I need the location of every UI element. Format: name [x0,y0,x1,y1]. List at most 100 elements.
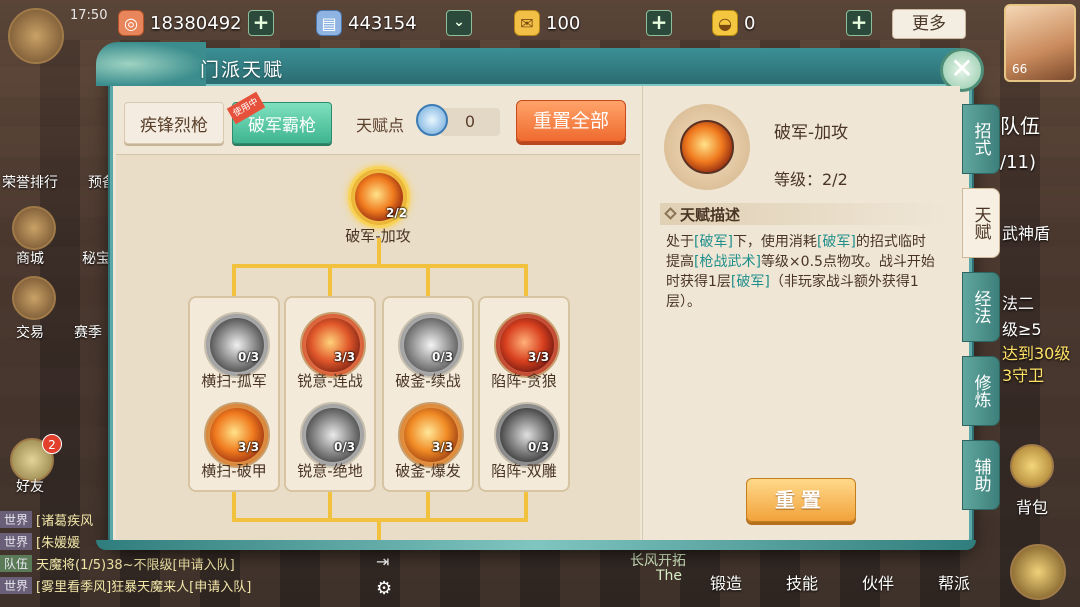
talent-node-count: 0/3 [528,440,550,454]
bg-law-text: 法二 [1002,294,1035,313]
talent-node-xianzhen-tanlang[interactable] [494,312,560,378]
talent-node-pofu-baofa[interactable] [398,402,464,468]
subtab-jifeng[interactable]: 疾锋烈枪 [124,102,224,144]
bg-count-text: /11) [1000,152,1036,173]
shop-icon[interactable] [12,206,56,250]
reset-button[interactable]: 重置 [746,478,856,522]
talent-subtabs: 疾锋烈枪 使用中 破军霸枪 [124,91,332,144]
chat-message[interactable]: [诸葛疾风 [36,510,93,529]
resource-copper: ◎ 18380492 [118,8,242,38]
tab-talent[interactable]: 天赋 [962,188,1000,258]
copper-value: 18380492 [150,12,242,34]
tree-connector [524,490,528,520]
talent-node-count: 3/3 [432,440,454,454]
copper-coin-icon: ◎ [118,10,144,36]
talent-node-label: 陷阵-双雕 [491,462,557,480]
tree-connector [328,490,332,520]
backpack-icon[interactable] [1010,444,1054,488]
selected-talent-level: 等级：2/2 [774,170,848,189]
tab-scripture[interactable]: 经法 [962,272,1000,342]
backpack-label[interactable]: 背包 [1016,494,1048,518]
nav-skills[interactable]: 技能 [786,570,818,606]
tree-connector [232,490,236,520]
chat-channel-tag: 世界 [0,532,33,550]
talent-points-value: 0 [440,108,500,136]
subtab-label: 破军霸枪 [248,115,316,136]
talent-node-hengsao-pojia[interactable] [204,402,270,468]
desc-keyword: [破军] [730,274,770,290]
expand-silver-button[interactable]: ⌄ [446,10,472,36]
desc-text: 处于 [666,234,694,250]
chat-message[interactable]: [雾里看季风]狂暴天魔来人[申请入队] [36,576,251,595]
desc-keyword: [破军] [694,234,733,250]
ingot-value: 0 [744,12,756,34]
friends-label[interactable]: 好友 [16,476,44,496]
exit-icon[interactable]: ⇥ [376,552,389,571]
bg-shield-text: 武神盾 [1002,224,1051,243]
settings-gear-icon[interactable]: ⚙ [376,578,392,599]
selected-talent-name: 破军-加攻 [774,123,849,143]
chat-channel-tag: 世界 [0,510,33,528]
talent-node-count: 3/3 [334,350,356,364]
cloud-ornament-icon [96,42,206,86]
panel-bottom-ornament [96,540,976,550]
player-level: 66 [1012,62,1028,76]
description-title: 天赋描述 [680,206,741,224]
shop-label[interactable]: 商城 [16,248,44,268]
ranking-label[interactable]: 荣誉排行 [2,172,58,192]
nav-forge[interactable]: 锻造 [710,570,742,606]
add-copper-button[interactable]: + [248,10,274,36]
talent-node-ruiyi-lianzhan[interactable] [300,312,366,378]
friends-badge: 2 [42,434,62,454]
resource-ingot: ◒ 0 [712,8,755,38]
event-banner[interactable]: 长风开拓 [630,550,686,570]
reset-all-button[interactable]: 重置全部 [516,100,626,142]
talent-node-label: 锐意-连战 [297,372,363,390]
nav-guild[interactable]: 帮派 [938,570,970,606]
tree-connector [426,264,430,298]
tree-connector [524,264,528,298]
tab-assist[interactable]: 辅助 [962,440,1000,510]
talent-node-label: 锐意-绝地 [297,462,363,480]
talent-node-hengsao-gujun[interactable] [204,312,270,378]
trade-label[interactable]: 交易 [16,322,44,342]
chat-message[interactable]: [朱媛媛 [36,532,80,551]
chat-message[interactable]: 天魔将(1/5)38~不限级[申请入队] [36,554,235,573]
subtab-pojun[interactable]: 使用中 破军霸枪 [226,91,332,144]
add-scroll-button[interactable]: + [646,10,672,36]
talent-points-label: 天赋点 [356,116,405,135]
bg-level-text: 级≥5 [1002,320,1042,339]
resource-silver: ▤ 443154 [316,8,417,38]
tab-cultivation[interactable]: 修炼 [962,356,1000,426]
season-label[interactable]: 赛季 [74,322,102,342]
tree-connector [232,264,236,298]
silver-note-icon: ▤ [316,10,342,36]
resource-bar: 17:50 ◎ 18380492 + ▤ 443154 ⌄ ✉ 100 + ◒ … [0,0,1080,46]
bg-guard-text: 3守卫 [1002,366,1045,385]
talent-node-label: 横扫-破甲 [201,462,267,480]
talent-node-pofu-xuzhan[interactable] [398,312,464,378]
talent-node-label: 横扫-孤军 [201,372,267,390]
talent-node-label: 破军-加攻 [345,227,411,245]
desc-keyword: [枪战武术] [694,254,761,270]
main-menu-icon[interactable] [1010,544,1066,600]
more-button[interactable]: 更多 [892,9,966,39]
talent-node-count: 0/3 [334,440,356,454]
talent-node-xianzhen-shuangdiao[interactable] [494,402,560,468]
subtab-label: 疾锋烈枪 [140,115,208,136]
nav-partners[interactable]: 伙伴 [862,570,894,606]
talent-node-label: 破釜-续战 [395,372,461,390]
desc-text: 下，使用消耗 [732,234,817,250]
talent-node-count: 0/3 [238,350,260,364]
tab-moves[interactable]: 招式 [962,104,1000,174]
desc-keyword: [破军] [816,234,856,250]
talent-node-count: 2/2 [386,206,408,220]
talent-node-ruiyi-juedi[interactable] [300,402,366,468]
add-ingot-button[interactable]: + [846,10,872,36]
treasure-label[interactable]: 秘宝 [82,248,110,268]
map-icon[interactable] [8,8,64,64]
trade-icon[interactable] [12,276,56,320]
bg-team-text: 队伍 [1000,114,1040,138]
event-banner-sub: The [656,568,683,584]
chat-line: 世界 [雾里看季风]狂暴天魔来人[申请入队] [0,574,380,596]
